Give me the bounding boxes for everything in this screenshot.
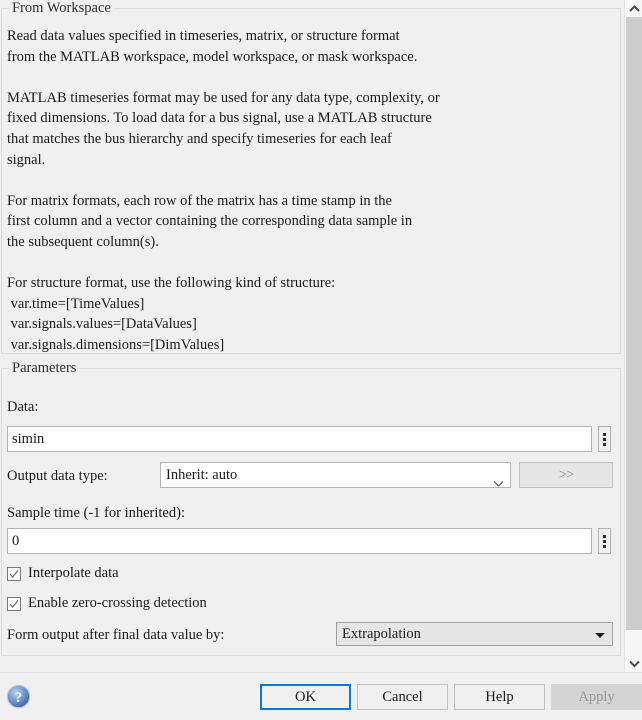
ok-button[interactable]: OK [260, 684, 351, 710]
data-label: Data: [7, 399, 39, 415]
scrollbar-track[interactable] [625, 17, 642, 655]
data-stepper-kebab-icon[interactable] [598, 426, 611, 452]
cancel-button[interactable]: Cancel [357, 684, 448, 710]
form-output-label: Form output after final data value by: [7, 627, 225, 643]
triangle-down-icon [595, 633, 605, 638]
parameters-body: Data: simin Output data type: Inherit: a… [2, 369, 620, 655]
svg-text:?: ? [15, 690, 23, 706]
chevron-down-icon [493, 472, 504, 487]
output-data-type-label: Output data type: [7, 468, 108, 484]
help-circle-icon[interactable]: ? [6, 684, 31, 709]
description-group-title: From Workspace [9, 0, 115, 16]
scrollbar-thumb[interactable] [626, 17, 642, 630]
output-data-type-select[interactable]: Inherit: auto [160, 462, 511, 488]
interpolate-data-checkbox[interactable] [7, 566, 21, 581]
scroll-up-button[interactable] [625, 0, 642, 17]
output-data-type-assistant-button[interactable]: >> [519, 462, 613, 488]
help-button[interactable]: Help [454, 684, 545, 710]
interpolate-data-checkbox-row[interactable]: Interpolate data [7, 565, 119, 582]
dialog-content: From Workspace Read data values specifie… [0, 0, 624, 672]
description-groupbox: From Workspace Read data values specifie… [1, 0, 621, 354]
zero-crossing-checkbox-row[interactable]: Enable zero-crossing detection [7, 595, 207, 612]
apply-button: Apply [551, 684, 642, 710]
zero-crossing-label: Enable zero-crossing detection [28, 595, 207, 611]
data-input[interactable]: simin [7, 426, 592, 452]
sample-time-label: Sample time (-1 for inherited): [7, 505, 185, 521]
sample-time-stepper-kebab-icon[interactable] [598, 528, 611, 554]
chevron-down-icon [628, 660, 640, 668]
form-output-select[interactable]: Extrapolation [336, 622, 613, 646]
block-description-text: Read data values specified in timeseries… [7, 28, 440, 353]
dialog-button-bar: ? OK Cancel Help Apply [0, 672, 642, 720]
chevron-up-icon [628, 4, 640, 13]
interpolate-data-label: Interpolate data [28, 565, 119, 581]
parameters-groupbox: Parameters Data: simin Output data type:… [1, 360, 621, 656]
vertical-scrollbar[interactable] [624, 0, 642, 672]
sample-time-input[interactable]: 0 [7, 528, 592, 554]
scroll-down-button[interactable] [625, 655, 642, 672]
dialog-buttons: OK Cancel Help Apply [260, 684, 642, 710]
zero-crossing-checkbox[interactable] [7, 596, 21, 611]
